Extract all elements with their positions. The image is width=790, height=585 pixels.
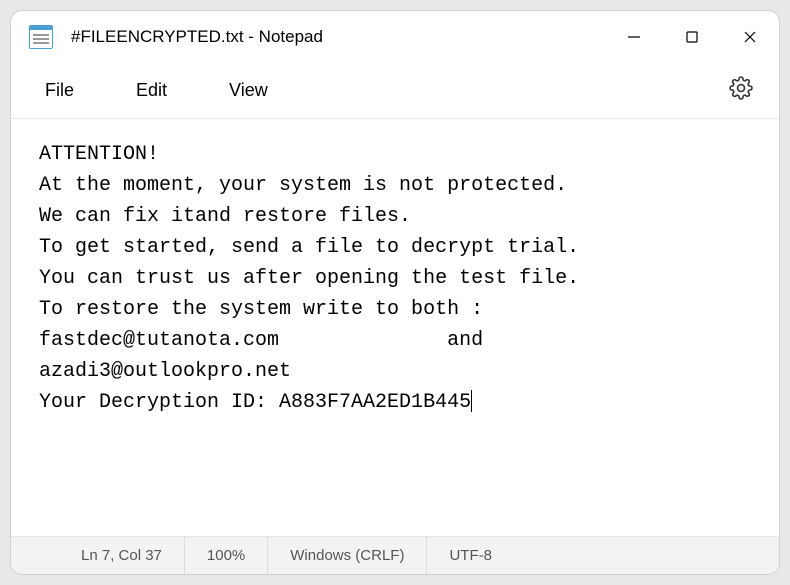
settings-button[interactable] <box>721 68 761 113</box>
menu-file[interactable]: File <box>29 72 90 109</box>
titlebar: #FILEENCRYPTED.txt - Notepad <box>11 11 779 63</box>
menu-view[interactable]: View <box>213 72 284 109</box>
statusbar: Ln 7, Col 37 100% Windows (CRLF) UTF-8 <box>11 536 779 574</box>
gear-icon <box>729 76 753 100</box>
close-icon <box>743 30 757 44</box>
notepad-window: #FILEENCRYPTED.txt - Notepad File Edit V… <box>10 10 780 575</box>
menubar: File Edit View <box>11 63 779 119</box>
text-area[interactable]: ATTENTION! At the moment, your system is… <box>11 119 779 536</box>
minimize-button[interactable] <box>605 11 663 63</box>
window-controls <box>605 11 779 63</box>
menu-edit[interactable]: Edit <box>120 72 183 109</box>
maximize-button[interactable] <box>663 11 721 63</box>
window-title: #FILEENCRYPTED.txt - Notepad <box>71 27 605 47</box>
status-line-ending: Windows (CRLF) <box>268 537 427 574</box>
status-zoom: 100% <box>185 537 268 574</box>
minimize-icon <box>627 30 641 44</box>
maximize-icon <box>685 30 699 44</box>
status-position: Ln 7, Col 37 <box>59 537 185 574</box>
notepad-icon <box>29 25 53 49</box>
close-button[interactable] <box>721 11 779 63</box>
status-encoding: UTF-8 <box>427 537 514 574</box>
